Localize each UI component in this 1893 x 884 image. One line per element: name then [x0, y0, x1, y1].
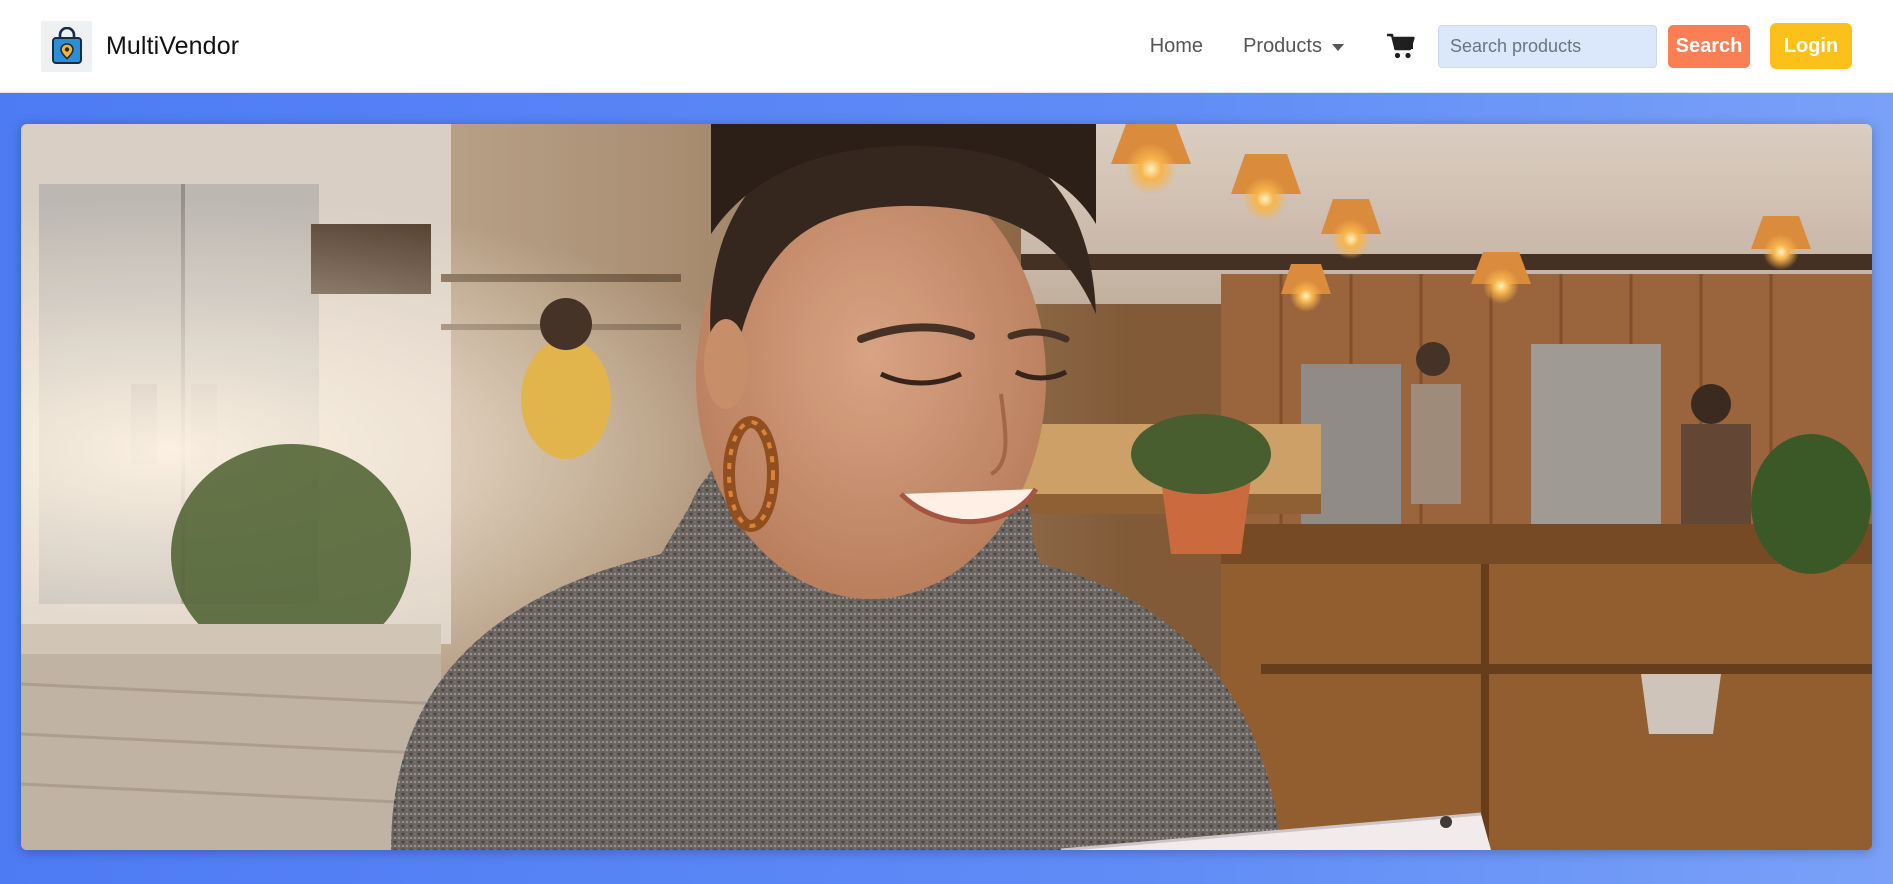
shopping-bag-icon: [41, 20, 92, 72]
search-input[interactable]: [1438, 24, 1657, 68]
search-button[interactable]: Search: [1668, 24, 1750, 68]
nav-home-link[interactable]: Home: [1150, 35, 1203, 58]
hero-video[interactable]: [21, 124, 1872, 850]
nav-menu: Home Products Search Login: [1150, 23, 1852, 69]
brand-link[interactable]: MultiVendor: [41, 20, 240, 72]
nav-products-label: Products: [1243, 34, 1322, 57]
navbar: MultiVendor Home Products Search Login: [0, 0, 1893, 93]
caret-down-icon: [1332, 43, 1344, 51]
brand-name: MultiVendor: [106, 31, 240, 60]
hero-section: [0, 93, 1893, 884]
nav-products-dropdown[interactable]: Products: [1243, 35, 1344, 58]
login-button[interactable]: Login: [1770, 23, 1852, 69]
nav-home-label: Home: [1149, 34, 1204, 57]
cart-icon[interactable]: [1384, 29, 1418, 63]
hero-image: [21, 124, 1872, 850]
